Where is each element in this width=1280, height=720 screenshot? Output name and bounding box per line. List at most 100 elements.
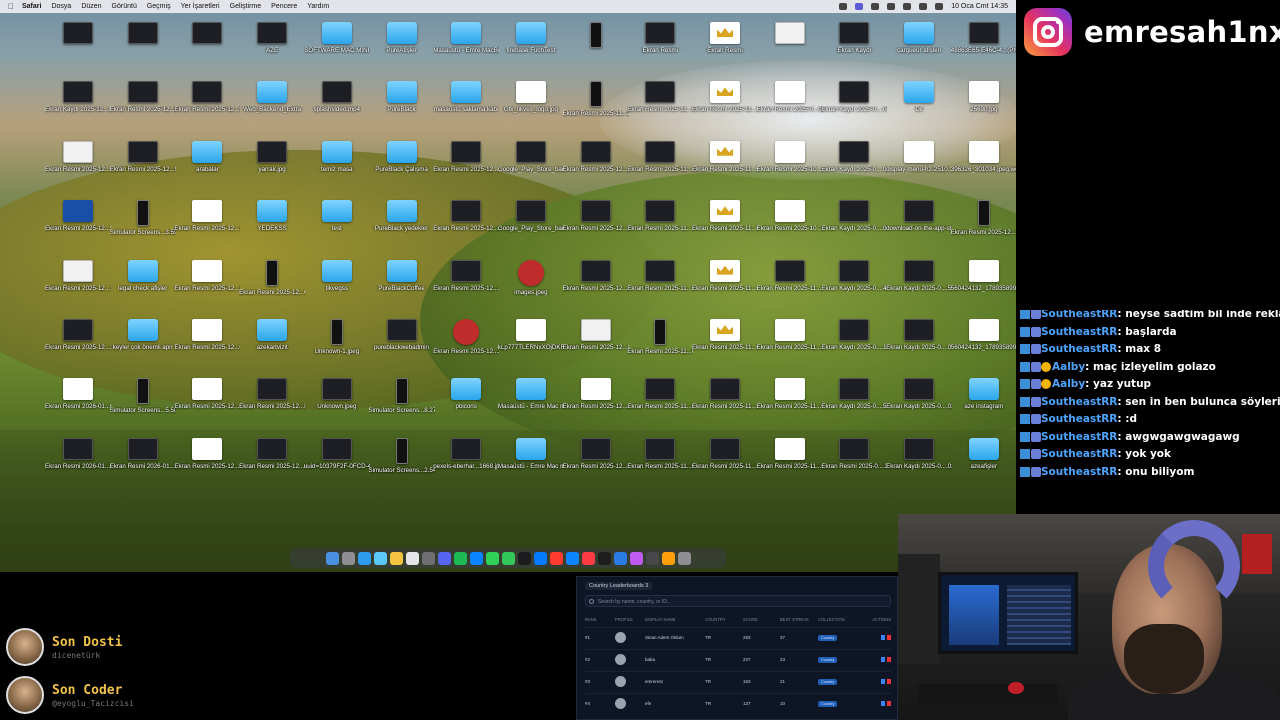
- desktop-folder[interactable]: YEDEKSS: [239, 196, 305, 254]
- dock-app-icon[interactable]: [389, 551, 403, 565]
- desktop-file[interactable]: Ekran Kaydı 2025-0....59.45: [886, 256, 952, 314]
- desktop-file[interactable]: [563, 18, 629, 76]
- desktop-file[interactable]: Ekran Kaydı 2025-0....09.51: [821, 196, 887, 254]
- desktop-file[interactable]: Ekran Resmi 2025-12...8.35.32: [239, 434, 305, 492]
- desktop-file[interactable]: Ekran Resmi 2025-11...47.02 (3): [627, 196, 693, 254]
- desktop-file[interactable]: Ekran Kaydı 2025-0....04.59: [821, 77, 887, 135]
- desktop-file[interactable]: 396326_301034.jpeg.webp: [951, 137, 1016, 195]
- desktop-folder[interactable]: PureBlack yedekler: [369, 196, 435, 254]
- desktop-file[interactable]: [174, 18, 240, 76]
- desktop-folder[interactable]: tikvegss: [304, 256, 370, 314]
- desktop-file[interactable]: splashvideo.mp4: [304, 77, 370, 135]
- desktop-file[interactable]: Ekran Resmi 2025-11...08.23.27: [627, 434, 693, 492]
- desktop-folder[interactable]: temiz masa: [304, 137, 370, 195]
- desktop-file[interactable]: Ekran Resmi 2025-12...17.32.35: [174, 256, 240, 314]
- desktop-file[interactable]: Ekran Resmi 2025-12...19.55.53: [45, 137, 111, 195]
- wifi-icon[interactable]: [919, 3, 928, 10]
- desktop-file[interactable]: Ekran Resmi 2025-11...00.13.40: [692, 137, 758, 195]
- menu-window[interactable]: Pencere: [271, 3, 297, 10]
- desktop-file[interactable]: images.jpeg: [498, 256, 564, 314]
- desktop-folder[interactable]: Web_Backend_Extra: [239, 77, 305, 135]
- chat-username[interactable]: SoutheastRR: [1041, 431, 1117, 443]
- desktop-file[interactable]: Ekran Resmi: [692, 18, 758, 76]
- desktop-file[interactable]: Ekran Kaydı 2025-0....59.07: [821, 374, 887, 432]
- desktop-folder[interactable]: SOFTWARE MAC MINI: [304, 18, 370, 76]
- desktop-folder[interactable]: Masaüstü - Emre Mac mini: [498, 374, 564, 432]
- desktop-folder[interactable]: legal check afişler: [110, 256, 176, 314]
- desktop-file[interactable]: Ekran Resmi 2025-12...21.41 (3): [433, 256, 499, 314]
- chat-username[interactable]: SoutheastRR: [1041, 326, 1117, 338]
- desktop-file[interactable]: Ekran Resmi 2026-01...02.57.19: [45, 374, 111, 432]
- desktop-file[interactable]: download-on-the-app-store.svg: [886, 196, 952, 254]
- desktop-file[interactable]: Ekran Resmi 2025-12...21.08.21: [563, 137, 629, 195]
- desktop-folder[interactable]: keyler çok önemli apn: [110, 315, 176, 373]
- search-input[interactable]: Search by name, country, or ID...: [585, 595, 891, 607]
- chat-username[interactable]: Aalby: [1052, 378, 1085, 390]
- status-app-icon[interactable]: [839, 3, 848, 10]
- desktop-folder[interactable]: cargueur afişleri: [886, 18, 952, 76]
- delete-icon[interactable]: [887, 678, 891, 684]
- desktop-file[interactable]: Ekran Resmi: [627, 18, 693, 76]
- dock-app-icon[interactable]: [501, 551, 515, 565]
- desktop-file[interactable]: Ekran Resmi 2025-12...5.36 (2): [45, 196, 111, 254]
- menu-edit[interactable]: Düzen: [81, 3, 101, 10]
- desktop-folder[interactable]: aze instagram: [951, 374, 1016, 432]
- desktop-file[interactable]: Ekran Kaydı 2025-0....02.16: [886, 374, 952, 432]
- desktop-file[interactable]: Ekran Resmi 2025-12...07.41.40: [563, 256, 629, 314]
- menu-view[interactable]: Görüntü: [112, 3, 137, 10]
- desktop-file[interactable]: kLp777TLERNxXOjDKR0G6d...jpeg.avif: [498, 315, 564, 373]
- desktop-folder[interactable]: PureAfişler: [369, 18, 435, 76]
- dock-app-icon[interactable]: [533, 551, 547, 565]
- dock-app-icon[interactable]: [661, 551, 675, 565]
- chat-username[interactable]: Aalby: [1052, 361, 1085, 373]
- menu-history[interactable]: Geçmiş: [147, 3, 171, 10]
- delete-icon[interactable]: [887, 656, 891, 662]
- desktop-file[interactable]: Ekran Resmi 2025-11...01.29.41: [627, 256, 693, 314]
- desktop-file[interactable]: Google_Play_Store_badge_...svg.png: [498, 196, 564, 254]
- desktop-file[interactable]: Ekran Resmi 2025-11...21.18.42: [692, 374, 758, 432]
- menu-safari[interactable]: Safari: [22, 3, 41, 10]
- desktop-file[interactable]: Ekran Resmi 2025-12...06.34.31: [563, 434, 629, 492]
- desktop-file[interactable]: Ekran Resmi 2025-12...0.28.32: [174, 315, 240, 373]
- desktop-file[interactable]: Ekran Resmi 2025-11...05.47.41: [627, 374, 693, 432]
- desktop-file[interactable]: Ekran Resmi 2026-01...02.32.13: [45, 434, 111, 492]
- play-icon[interactable]: [887, 3, 896, 10]
- desktop-file[interactable]: Ekran Resmi 2025-10...3.22.32: [757, 137, 823, 195]
- desktop-file[interactable]: Ekran Resmi 2025-12...8.28.00: [239, 374, 305, 432]
- desktop-file[interactable]: Ekran Kaydı 2025-12...17.25.27: [45, 77, 111, 135]
- dock-app-icon[interactable]: [485, 551, 499, 565]
- desktop-folder[interactable]: PureBlackCoffee: [369, 256, 435, 314]
- control-center-icon[interactable]: [935, 3, 944, 10]
- desktop-file[interactable]: Ekran Resmi 2025-11...04.33.40: [627, 315, 693, 373]
- desktop-folder[interactable]: Masaüstü - Emre MacBook Air: [433, 18, 499, 76]
- dock-app-icon[interactable]: [453, 551, 467, 565]
- desktop-file[interactable]: uuid=10379F2F-0FCD-49...true.png: [304, 434, 370, 492]
- delete-icon[interactable]: [887, 700, 891, 706]
- chat-username[interactable]: SoutheastRR: [1041, 413, 1117, 425]
- dock-app-icon[interactable]: [325, 551, 339, 565]
- chat-username[interactable]: SoutheastRR: [1041, 343, 1117, 355]
- desktop-file[interactable]: Ekran Resmi 2025-12...9.03 (2): [110, 77, 176, 135]
- desktop-file[interactable]: Ekran Resmi 2025-11...00.12.28: [757, 434, 823, 492]
- desktop-file[interactable]: Ekran Kaydı: [821, 18, 887, 76]
- desktop-file[interactable]: Ekran Resmi 2025-12...11.56.21: [174, 374, 240, 432]
- dock-app-icon[interactable]: [645, 551, 659, 565]
- desktop-file[interactable]: Ekran Resmi 2025-12...22.03.51: [433, 315, 499, 373]
- desktop-file[interactable]: Unknown.jpeg: [304, 374, 370, 432]
- desktop-file[interactable]: pureblackwebadmin: [369, 315, 435, 373]
- desktop-file[interactable]: Ekran Resmi 2025-11...00.13.55: [692, 315, 758, 373]
- delete-icon[interactable]: [887, 634, 891, 640]
- desktop-file[interactable]: Gfk_tikves_logo.jpg: [498, 77, 564, 135]
- desktop-file[interactable]: pexels-eberhar...1668.jpg: [433, 434, 499, 492]
- volume-icon[interactable]: [903, 3, 912, 10]
- record-icon[interactable]: [871, 3, 880, 10]
- desktop-file[interactable]: Ekran Resmi 2025-12...06.15.57: [563, 315, 629, 373]
- desktop-folder[interactable]: masaüstü saklama kabı: [433, 77, 499, 135]
- desktop-file[interactable]: Unknown-1.jpeg: [304, 315, 370, 373]
- desktop-file[interactable]: Google_Play_Store_badge_EN.svg: [498, 137, 564, 195]
- dock-app-icon[interactable]: [405, 551, 419, 565]
- desktop-file[interactable]: Ekran Resmi 2025-12...17.16.37: [45, 256, 111, 314]
- dock-app-icon[interactable]: [613, 551, 627, 565]
- dock-app-icon[interactable]: [597, 551, 611, 565]
- desktop-folder[interactable]: pbicons: [433, 374, 499, 432]
